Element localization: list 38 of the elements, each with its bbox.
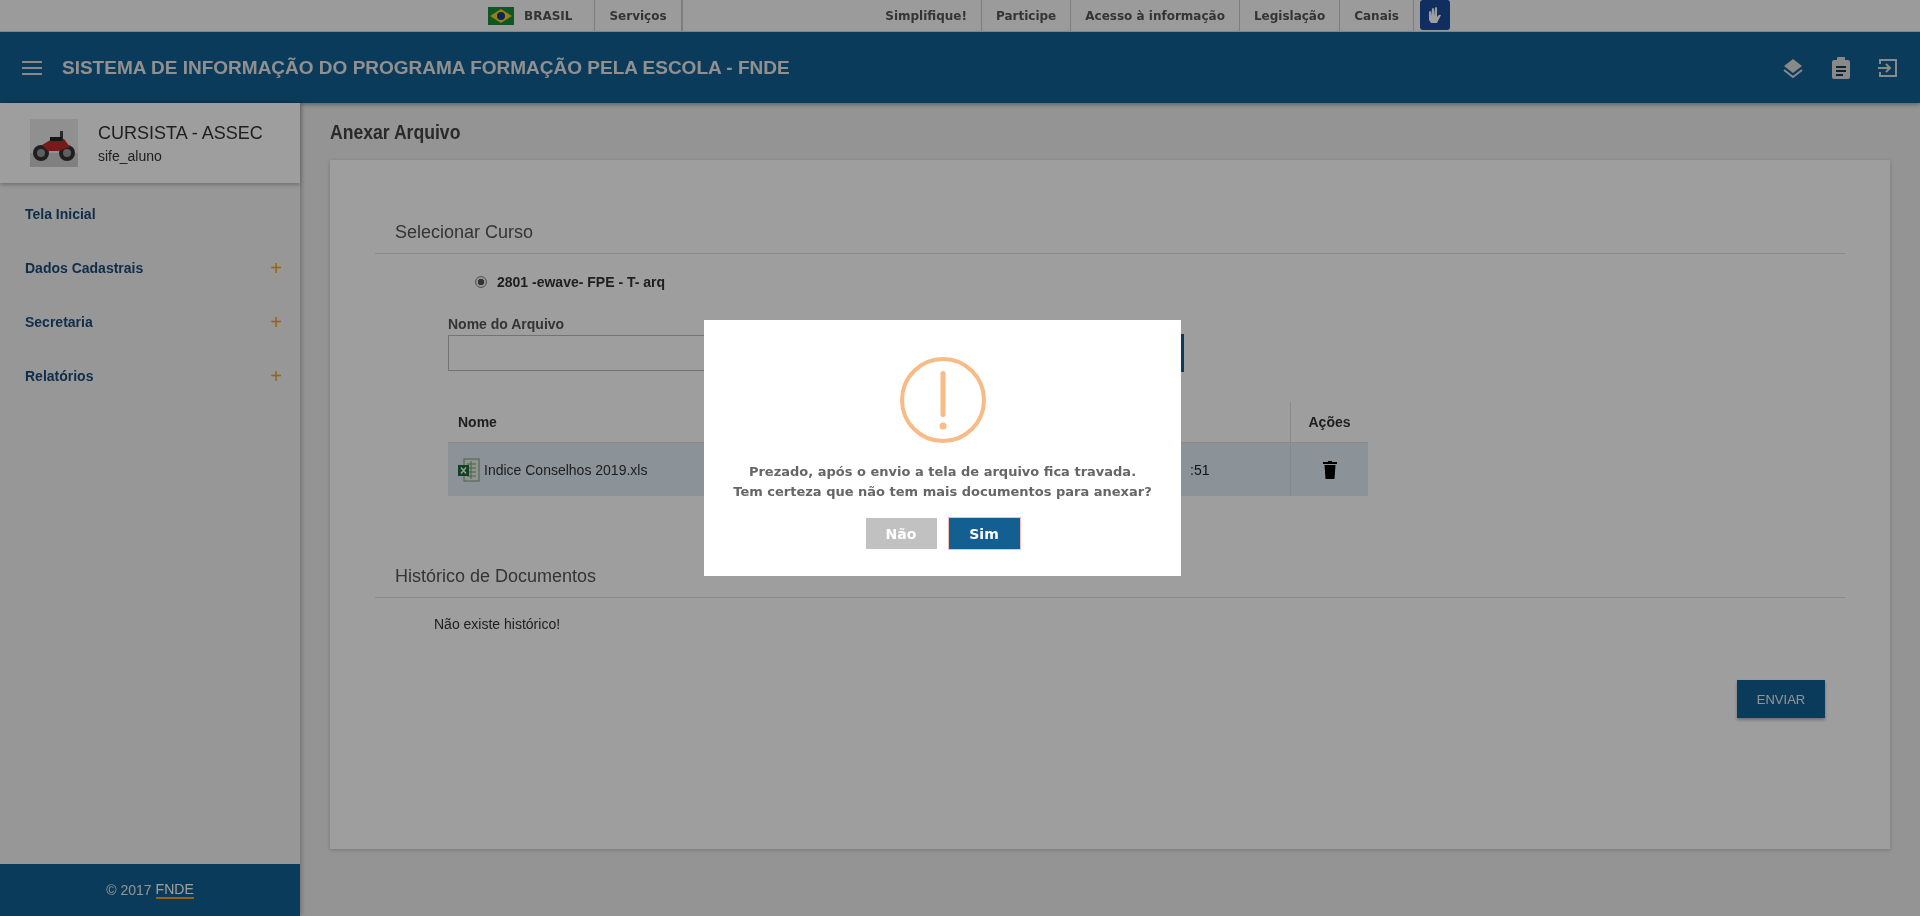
country-label: BRASIL bbox=[524, 8, 573, 23]
gov-link[interactable]: Simplifique! bbox=[871, 0, 982, 31]
course-label: 2801 -ewave- FPE - T- arq bbox=[497, 274, 666, 290]
user-name: CURSISTA - ASSEC bbox=[98, 122, 263, 144]
logout-icon[interactable] bbox=[1878, 57, 1898, 78]
radio-button[interactable] bbox=[475, 276, 487, 288]
sidebar-item[interactable]: Relatórios + bbox=[0, 349, 300, 403]
confirm-button[interactable]: Sim bbox=[948, 518, 1020, 549]
page-title: Anexar Arquivo bbox=[330, 121, 462, 144]
gov-link[interactable]: Legislação bbox=[1239, 0, 1341, 31]
empty-message: Não existe histórico! bbox=[434, 616, 562, 632]
dialog-message: Prezado, após o envio a tela de arquivo fica travada. Tem certeza que não tem mais documentos para anexar? bbox=[732, 463, 1153, 501]
table-cell: Indice Conselhos 2019.xls bbox=[484, 461, 648, 478]
sidebar-item[interactable]: Tela Inicial bbox=[0, 187, 300, 241]
gov-link[interactable]: Participe bbox=[981, 0, 1072, 31]
fnde-link[interactable]: FNDE bbox=[155, 881, 194, 899]
spreadsheet-icon bbox=[458, 457, 480, 482]
user-login: sife_aluno bbox=[98, 147, 163, 164]
column-header: Ações bbox=[1290, 402, 1368, 442]
menu-icon[interactable] bbox=[22, 59, 42, 76]
accessibility-button[interactable] bbox=[1420, 0, 1450, 30]
gov-link[interactable]: Serviços bbox=[595, 0, 682, 31]
trash-icon[interactable] bbox=[1322, 460, 1337, 479]
send-button[interactable]: ENVIAR bbox=[1737, 680, 1825, 718]
table-cell-text: :51 bbox=[1189, 461, 1211, 478]
section-title: Selecionar Curso bbox=[375, 222, 1845, 254]
column-header: Nome bbox=[457, 414, 498, 430]
layers-icon[interactable] bbox=[1782, 56, 1804, 79]
warning-icon bbox=[898, 356, 987, 444]
app-title: SISTEMA DE INFORMAÇÃO DO PROGRAMA FORMAÇÃO PELA ESCOLA - FNDE bbox=[62, 56, 790, 79]
flag-icon bbox=[488, 6, 514, 25]
sidebar-item[interactable]: Secretaria + bbox=[0, 295, 300, 349]
gov-link[interactable]: Canais bbox=[1340, 0, 1414, 31]
clipboard-icon[interactable] bbox=[1831, 56, 1851, 79]
sidebar-item[interactable]: Dados Cadastrais + bbox=[0, 241, 300, 295]
copyright-text: © 2017 bbox=[106, 882, 152, 898]
field-label: Nome do Arquivo bbox=[448, 316, 566, 332]
gov-link[interactable]: Acesso à informação bbox=[1071, 0, 1240, 31]
